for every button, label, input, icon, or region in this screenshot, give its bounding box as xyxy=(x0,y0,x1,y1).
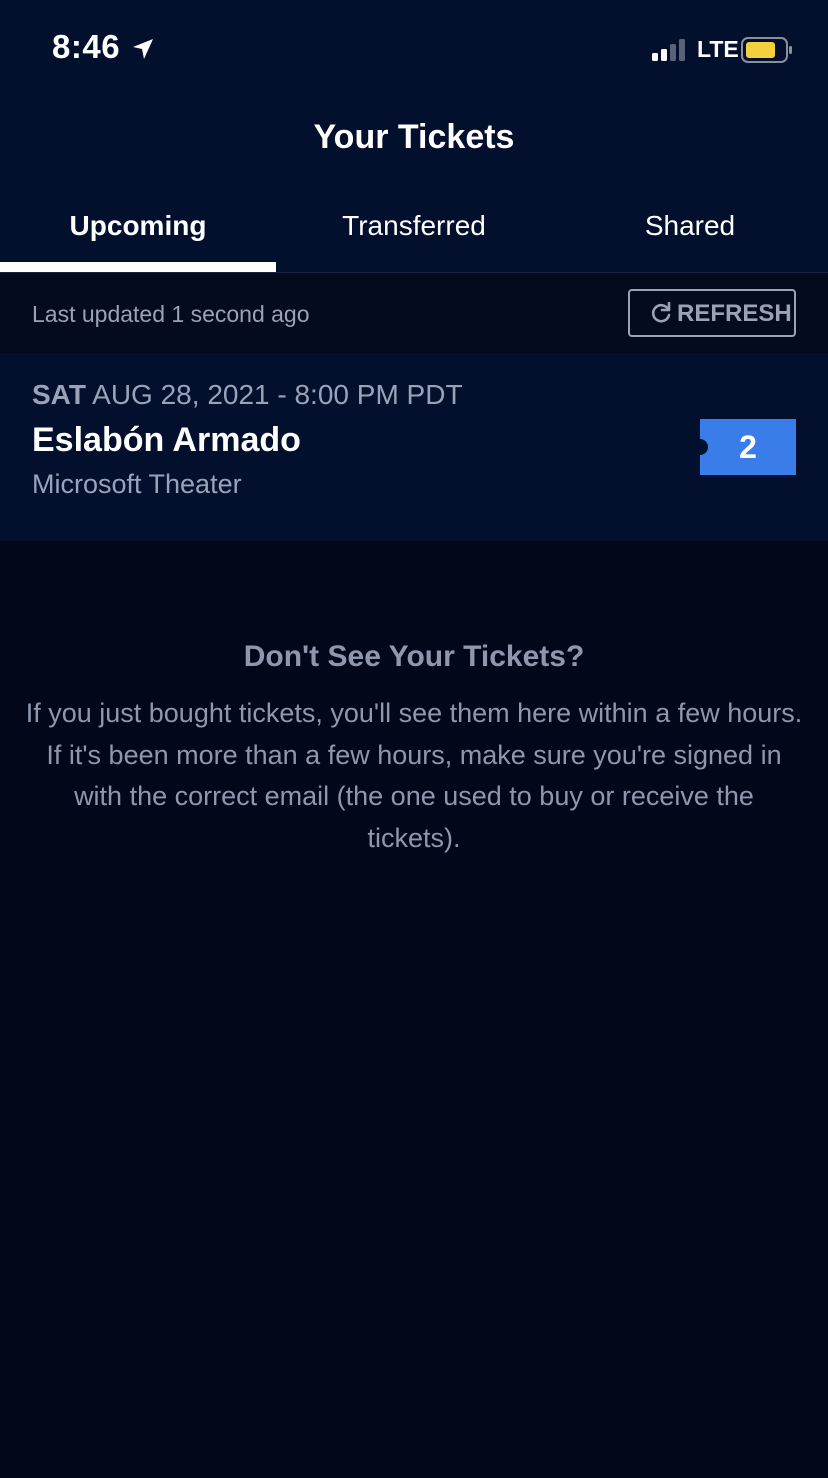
refresh-button[interactable]: REFRESH xyxy=(628,289,796,337)
page-title: Your Tickets xyxy=(313,118,515,156)
status-time: 8:46 xyxy=(52,28,121,65)
refresh-icon xyxy=(651,302,671,323)
event-venue: Microsoft Theater xyxy=(32,469,242,499)
event-date: SAT AUG 28, 2021 - 8:00 PM PDT xyxy=(32,379,463,411)
last-updated-text: Last updated 1 second ago xyxy=(32,301,310,327)
event-day: SAT xyxy=(32,379,86,410)
top-section: 8:46 LTE Your Tickets Upcoming Transferr… xyxy=(0,0,828,272)
active-tab-indicator xyxy=(0,262,276,272)
battery-icon xyxy=(741,37,792,63)
help-title: Don't See Your Tickets? xyxy=(243,640,585,673)
tab-shared[interactable]: Shared xyxy=(552,210,828,242)
ticket-count-badge[interactable]: 2 xyxy=(692,419,796,475)
signal-icon xyxy=(652,39,685,61)
network-label: LTE xyxy=(697,36,739,62)
event-date-time: AUG 28, 2021 - 8:00 PM PDT xyxy=(92,379,463,410)
location-arrow-icon xyxy=(133,39,153,59)
update-bar: Last updated 1 second ago REFRESH xyxy=(0,272,828,354)
refresh-label: REFRESH xyxy=(677,300,792,327)
tab-upcoming[interactable]: Upcoming xyxy=(0,210,276,242)
help-text: If you just bought tickets, you'll see t… xyxy=(25,698,803,853)
ticket-count: 2 xyxy=(739,429,757,465)
event-artist: Eslabón Armado xyxy=(32,421,301,459)
event-card[interactable]: SAT AUG 28, 2021 - 8:00 PM PDT Eslabón A… xyxy=(0,353,828,541)
tab-transferred[interactable]: Transferred xyxy=(276,210,552,242)
